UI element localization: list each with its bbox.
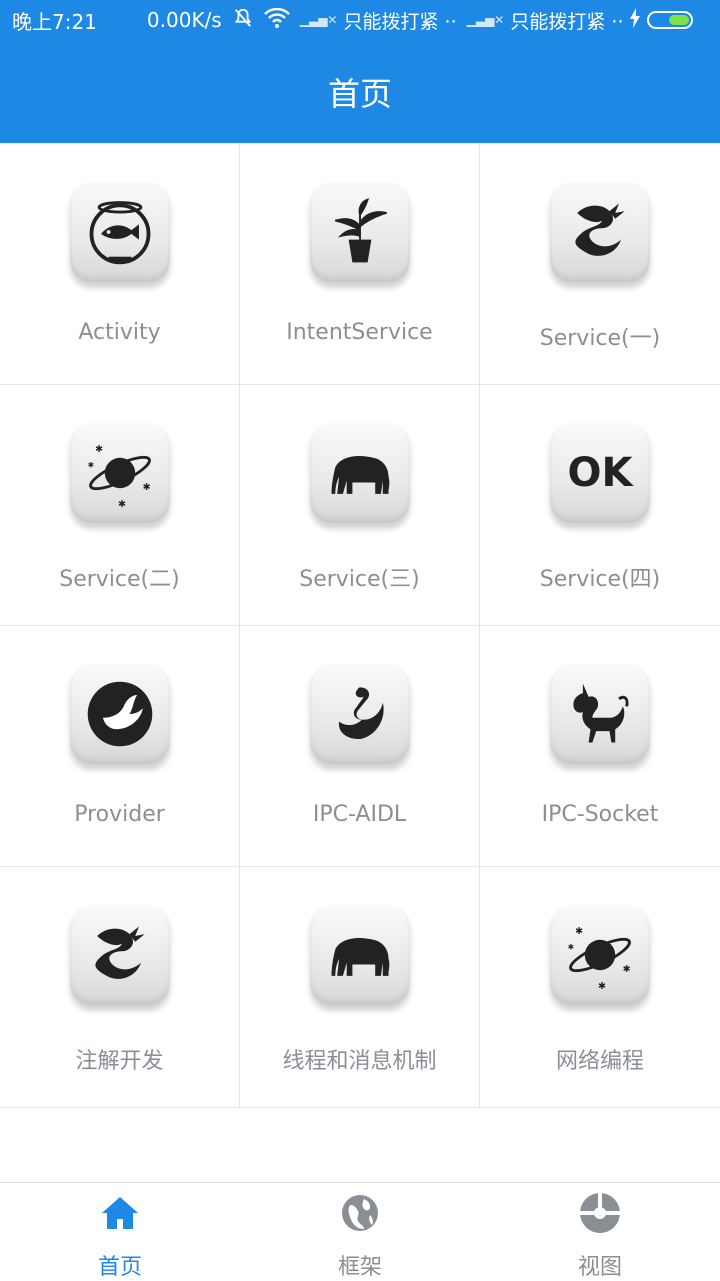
grid-item-label: Service(一) [539, 326, 661, 351]
grid-item-label: Service(三) [299, 567, 420, 592]
bottom-nav: 首页 框架 视图 [0, 1182, 720, 1280]
nav-label-framework: 框架 [337, 1255, 382, 1280]
svg-text:✱: ✱ [568, 942, 575, 951]
svg-text:✱: ✱ [142, 482, 150, 493]
carrier-2: 只能拨打紧 ·· [510, 10, 624, 33]
wifi-icon [263, 7, 290, 33]
grid-item-thread-message[interactable]: 线程和消息机制 [240, 867, 480, 1108]
plant-icon [309, 182, 410, 282]
unicorn-icon [550, 664, 650, 764]
grid-item-label: 线程和消息机制 [282, 1049, 437, 1074]
home-icon [98, 1191, 142, 1239]
nav-label-home: 首页 [97, 1255, 142, 1280]
dragon-icon [69, 905, 170, 1005]
svg-text:✱: ✱ [598, 981, 606, 992]
feature-grid: Activity IntentService Service(一) ✱ ✱ ✱ ✱ S… [0, 143, 720, 1108]
app-bar: 首页 [0, 40, 720, 143]
nav-item-view[interactable]: 视图 [480, 1183, 720, 1280]
nav-label-view: 视图 [577, 1255, 622, 1280]
grid-item-label: 网络编程 [555, 1049, 644, 1074]
grid-item-label: IntentService [286, 320, 433, 345]
status-network-speed: 0.00K/s [146, 8, 222, 32]
svg-text:✱: ✱ [118, 499, 126, 510]
planet-icon: ✱ ✱ ✱ ✱ [550, 905, 650, 1005]
ok-icon: OK [550, 423, 650, 523]
grid-item-activity[interactable]: Activity [0, 144, 240, 385]
grid-item-label: Provider [74, 802, 165, 827]
dragon-icon [550, 182, 650, 282]
charging-icon [629, 7, 641, 33]
swan-dragon-icon [309, 664, 410, 764]
grid-item-label: 注解开发 [75, 1049, 164, 1074]
elephant-icon [309, 423, 410, 523]
grid-item-service-1[interactable]: Service(一) [480, 144, 720, 385]
nav-item-framework[interactable]: 框架 [240, 1183, 480, 1280]
mute-bell-icon [232, 7, 254, 34]
ok-icon-text: OK [567, 450, 633, 496]
dove-icon [69, 664, 170, 764]
grid-item-label: IPC-Socket [541, 802, 659, 827]
svg-text:✱: ✱ [87, 460, 94, 469]
page-title: 首页 [327, 74, 392, 113]
grid-item-ipc-socket[interactable]: IPC-Socket [480, 626, 720, 867]
grid-item-annotation[interactable]: 注解开发 [0, 867, 240, 1108]
grid-item-network[interactable]: ✱ ✱ ✱ ✱ 网络编程 [480, 867, 720, 1108]
fishbowl-icon [69, 182, 170, 282]
elephant-icon [309, 905, 410, 1005]
grid-item-service-4[interactable]: OK Service(四) [480, 385, 720, 626]
status-time: 晚上7:21 [12, 9, 97, 34]
svg-text:✱: ✱ [95, 444, 103, 455]
no-signal-icon: ▁▃▅✕ [299, 13, 338, 27]
grid-item-label: Service(四) [539, 567, 661, 592]
grid-item-service-2[interactable]: ✱ ✱ ✱ ✱ Service(二) [0, 385, 240, 626]
globe-icon [338, 1191, 382, 1239]
grid-item-ipc-aidl[interactable]: IPC-AIDL [240, 626, 480, 867]
svg-text:✱: ✱ [623, 964, 631, 975]
status-bar: 晚上7:21 0.00K/s ▁▃▅✕ 只能拨打紧 ·· ▁▃▅✕ 只能拨打紧 … [0, 0, 720, 40]
grid-item-service-3[interactable]: Service(三) [240, 385, 480, 626]
svg-text:✱: ✱ [575, 926, 583, 937]
no-signal-icon: ▁▃▅✕ [466, 13, 505, 27]
battery-icon [647, 11, 694, 29]
nav-item-home[interactable]: 首页 [0, 1183, 240, 1280]
grid-item-label: IPC-AIDL [312, 802, 407, 827]
grid-item-label: Activity [78, 320, 161, 345]
grid-item-label: Service(二) [59, 567, 180, 592]
grid-item-intentservice[interactable]: IntentService [240, 144, 480, 385]
carrier-1: 只能拨打紧 ·· [343, 10, 457, 33]
planet-icon: ✱ ✱ ✱ ✱ [69, 423, 170, 523]
pie-icon [578, 1191, 622, 1239]
grid-item-provider[interactable]: Provider [0, 626, 240, 867]
